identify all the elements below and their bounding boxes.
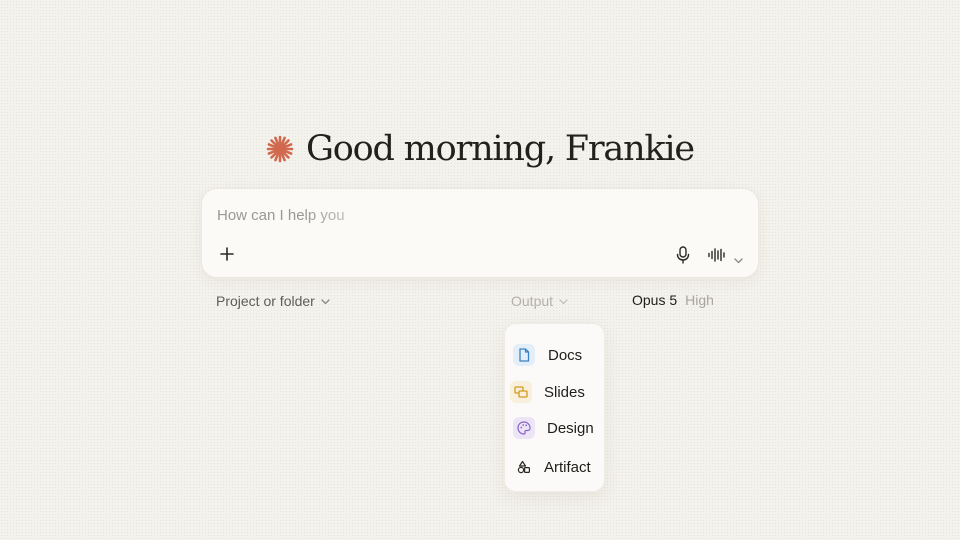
menu-item-label: Artifact bbox=[544, 458, 591, 476]
prompt-input[interactable] bbox=[217, 203, 697, 227]
chevron-down-icon bbox=[321, 298, 330, 304]
starburst-icon bbox=[266, 135, 294, 163]
greeting-text: Good morning, Frankie bbox=[306, 129, 695, 169]
greeting: Good morning, Frankie bbox=[0, 126, 960, 172]
chevron-down-icon bbox=[559, 298, 568, 304]
shapes-icon bbox=[513, 456, 535, 478]
voice-mode-button[interactable] bbox=[708, 248, 726, 262]
project-folder-selector[interactable]: Project or folder bbox=[216, 292, 330, 310]
menu-item-artifact[interactable]: Artifact bbox=[513, 454, 613, 480]
prompt-composer bbox=[201, 188, 759, 278]
waveform-icon bbox=[708, 248, 725, 262]
microphone-icon bbox=[676, 246, 690, 264]
model-name: Opus 5 bbox=[632, 292, 678, 308]
menu-item-label: Docs bbox=[548, 346, 583, 364]
menu-item-slides[interactable]: Slides bbox=[510, 379, 610, 405]
slides-icon bbox=[510, 381, 532, 403]
voice-options-button[interactable] bbox=[734, 251, 743, 264]
project-folder-label: Project or folder bbox=[216, 293, 315, 309]
output-menu: Docs Slides Design Artifact bbox=[504, 323, 605, 492]
palette-icon bbox=[513, 417, 535, 439]
model-effort: High bbox=[685, 292, 714, 308]
menu-item-design[interactable]: Design bbox=[513, 415, 613, 441]
add-attachment-button[interactable] bbox=[216, 243, 238, 265]
dictation-button[interactable] bbox=[675, 246, 691, 264]
plus-icon bbox=[220, 247, 234, 261]
output-label: Output bbox=[511, 293, 554, 309]
document-icon bbox=[513, 344, 535, 366]
output-selector[interactable]: Output bbox=[511, 292, 568, 310]
model-selector[interactable]: Opus 5 High bbox=[632, 291, 714, 309]
chevron-down-icon bbox=[734, 258, 743, 264]
menu-item-docs[interactable]: Docs bbox=[513, 342, 613, 368]
menu-item-label: Design bbox=[547, 419, 594, 437]
menu-item-label: Slides bbox=[544, 383, 585, 401]
